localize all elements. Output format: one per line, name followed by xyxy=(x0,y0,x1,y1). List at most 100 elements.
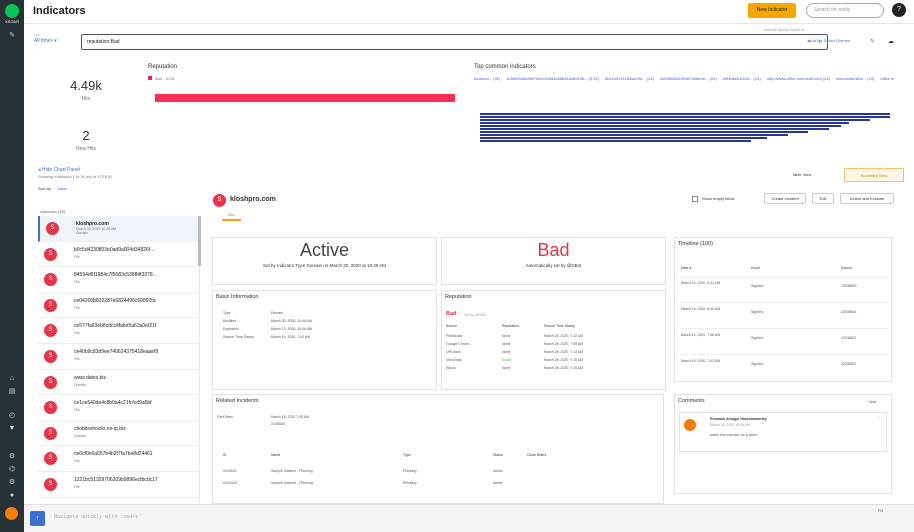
indicator-chip[interactable]: Bookma... (2k) xyxy=(474,73,500,84)
rep-source-link[interactable]: Whois xyxy=(446,366,456,370)
download-icon[interactable]: ☁ xyxy=(888,38,894,45)
hide-chart-panel-button[interactable]: ◂ Hide Chart Panel xyxy=(38,167,80,173)
home-icon[interactable]: ⌂ xyxy=(7,375,17,382)
top-indicator-bar[interactable] xyxy=(480,131,808,133)
basic-info-row: Source Time Stamp March 16, 2020, 7:02 AM xyxy=(223,335,310,339)
timeline-source-link[interactable]: 22038601 xyxy=(841,336,857,340)
sort-control: Sort by: Value xyxy=(38,186,67,191)
top-indicator-bar[interactable] xyxy=(480,137,767,139)
top-indicator-bar[interactable] xyxy=(480,119,870,121)
reputation-bar[interactable] xyxy=(155,94,455,102)
timeline-source-link[interactable]: 22038601 xyxy=(841,310,857,314)
reputation-legend[interactable]: Bad - 4728 xyxy=(148,76,458,81)
list-item[interactable]: Sb0c5d4230803e0ad9a004d34826f... File xyxy=(38,242,199,268)
timeline-date: March 16, 2020, 7:02 AM xyxy=(681,359,721,363)
incidents-icon[interactable]: ▤ xyxy=(7,388,17,395)
edit-icon[interactable]: ✎ xyxy=(870,38,875,45)
rep-source-link[interactable]: PhishLabs xyxy=(446,334,462,338)
rep-timestamp: March 28, 2020, 7:12 AM xyxy=(544,334,584,338)
list-item-name: ce577fa63eb8cdcc4fabe5a63a0ef21f xyxy=(74,323,157,330)
rep-source-link[interactable]: URLhaus xyxy=(446,350,461,354)
show-empty-fields-checkbox[interactable]: Show empty fields xyxy=(692,196,734,202)
timeline-row[interactable] xyxy=(679,276,889,301)
rep-source-link[interactable]: VirusTotal xyxy=(446,358,461,362)
query-input[interactable]: reputation:Bad ✕ ⌕ xyxy=(81,34,828,50)
settings-icon[interactable]: ⚙ xyxy=(7,479,17,486)
add-comment-button[interactable]: + Add xyxy=(867,400,876,404)
top-indicator-bar[interactable] xyxy=(480,113,890,115)
time-picker[interactable]: All times ▾ xyxy=(34,38,57,44)
incident-id-link[interactable]: #204018 xyxy=(223,481,237,485)
help-button[interactable]: ? xyxy=(892,3,906,17)
list-item[interactable]: Sce04206b832287e6824496c60892fa File xyxy=(38,293,199,319)
saved-queries-link[interactable]: Add Re Saved Queries xyxy=(809,38,850,43)
related-header: ID xyxy=(223,453,227,457)
dashboard-icon[interactable]: ◴ xyxy=(7,412,17,419)
timeline-date: March 14, 2020, 6:00 AM xyxy=(681,307,721,311)
timeline-header[interactable]: Event xyxy=(751,266,760,270)
timeline-row[interactable] xyxy=(679,328,889,353)
incident-id-link[interactable]: #204022 xyxy=(223,469,237,473)
top-indicator-bar[interactable] xyxy=(480,125,841,127)
rep-value: Good xyxy=(502,358,511,362)
timeline-source-link[interactable]: 22038609 xyxy=(841,284,857,288)
quick-nav-button[interactable]: ↑ xyxy=(30,511,45,526)
first-seen-link[interactable]: 2208508 xyxy=(271,422,285,426)
table-view-button[interactable]: Table View xyxy=(792,172,811,177)
list-item[interactable]: S 84594d6f1984c7f5683c53884f3278... File xyxy=(38,267,199,293)
create-incident-button[interactable]: Create Incident xyxy=(764,193,806,204)
rep-source-link[interactable]: Google Chrom... xyxy=(446,342,472,346)
xsoar-logo-icon[interactable] xyxy=(5,4,19,18)
group-header[interactable]: Unknown (33) xyxy=(40,209,65,214)
rep-timestamp: March 28, 2020, 7:13 AM xyxy=(544,350,584,354)
basic-info-card: Basic Information Type Domain Modified Marc… xyxy=(212,290,437,390)
delete-exclude-button[interactable]: Delete and Exclude xyxy=(840,193,894,204)
avatar[interactable] xyxy=(5,507,18,520)
list-item[interactable]: Sce6cf0e6a657b4b2f7fa7be8d24461 File xyxy=(38,446,199,472)
rep-table-header: Reputation xyxy=(502,324,519,328)
list-scrollbar[interactable] xyxy=(198,216,201,266)
list-item[interactable]: Scbobitsshocks.no-ip.biz Domain xyxy=(38,421,199,447)
top-indicator-bar[interactable] xyxy=(480,116,890,118)
top-indicator-bar[interactable] xyxy=(480,134,788,136)
comment-menu-icon[interactable]: ⋯ xyxy=(878,417,882,421)
indicator-chip[interactable]: 1050e05a0c98f72eec9c0d4c88b54a4e0496... … xyxy=(506,73,599,84)
playbooks-icon[interactable]: ⚙ xyxy=(7,453,17,460)
list-item[interactable]: Sce1ce640de4c8b0a4c21fcfcd9a5bf File xyxy=(38,395,199,421)
list-item[interactable]: S 1221bc51329706209b9896ecfbcdc17 File xyxy=(38,472,199,498)
indicator-chip[interactable]: http://www.office.microsoft.com (24) xyxy=(767,73,830,84)
indicator-chip[interactable]: office.microsoft.com (24) xyxy=(880,73,894,84)
indicator-chip[interactable]: 5d6f9bd50c39de7cb8e0e... (24) xyxy=(660,73,717,84)
list-item[interactable]: Swww.dates.biz Domain xyxy=(38,370,199,396)
top-indicator-bar[interactable] xyxy=(480,140,751,142)
timeline-header[interactable]: Source xyxy=(841,266,852,270)
search-input[interactable]: Search for entity xyxy=(806,3,884,18)
list-item[interactable]: Skloshpro.com March 30, 2020 10:46 AM Doma… xyxy=(38,216,199,242)
tab-info[interactable]: Info xyxy=(222,212,241,221)
list-item[interactable]: Sce577fa63eb8cdcc4fabe5a63a0ef21f File xyxy=(38,318,199,344)
pin-icon[interactable]: ✎ xyxy=(7,32,17,39)
sort-value[interactable]: Value xyxy=(57,186,67,191)
status-note: Set by Indicator Type Domain on March 30… xyxy=(263,263,386,268)
list-item[interactable]: Sce40b9c83d9ee740624375418eaaef9 File xyxy=(38,344,199,370)
indicator-chip[interactable]: bbc1d57e1c95da7ed... (24) xyxy=(605,73,654,84)
indicators-icon[interactable]: ▼ xyxy=(7,425,17,432)
quick-nav-input[interactable]: Navigate quickly with 'cmd+k' xyxy=(54,514,141,520)
new-indicator-button[interactable]: New Indicator xyxy=(748,3,796,18)
indicator-type-icon: S xyxy=(44,452,57,466)
top-indicator-bar[interactable] xyxy=(480,128,829,130)
gear-icon[interactable]: ● xyxy=(7,492,17,499)
autoquery-link[interactable]: Normal Query Scroll Is xyxy=(764,27,804,32)
summary-view-button[interactable]: Summary View xyxy=(844,168,904,182)
timeline-row[interactable] xyxy=(679,354,889,379)
jobs-icon[interactable]: ⌬ xyxy=(7,466,17,473)
edit-button[interactable]: Edit xyxy=(812,193,834,204)
timeline-source-link[interactable]: 22038601 xyxy=(841,362,857,366)
indicator-chip[interactable]: microsoftonline... (24) xyxy=(836,73,874,84)
timeline-header[interactable]: Date ▾ xyxy=(681,266,691,270)
top-indicator-bar[interactable] xyxy=(480,122,849,124)
timeline-row[interactable] xyxy=(679,302,889,327)
status-value: Active xyxy=(299,240,350,260)
top-indicators-title: Top common indicators xyxy=(474,64,536,70)
indicator-chip[interactable]: b9f4a8ee1f2cd... (24) xyxy=(723,73,761,84)
